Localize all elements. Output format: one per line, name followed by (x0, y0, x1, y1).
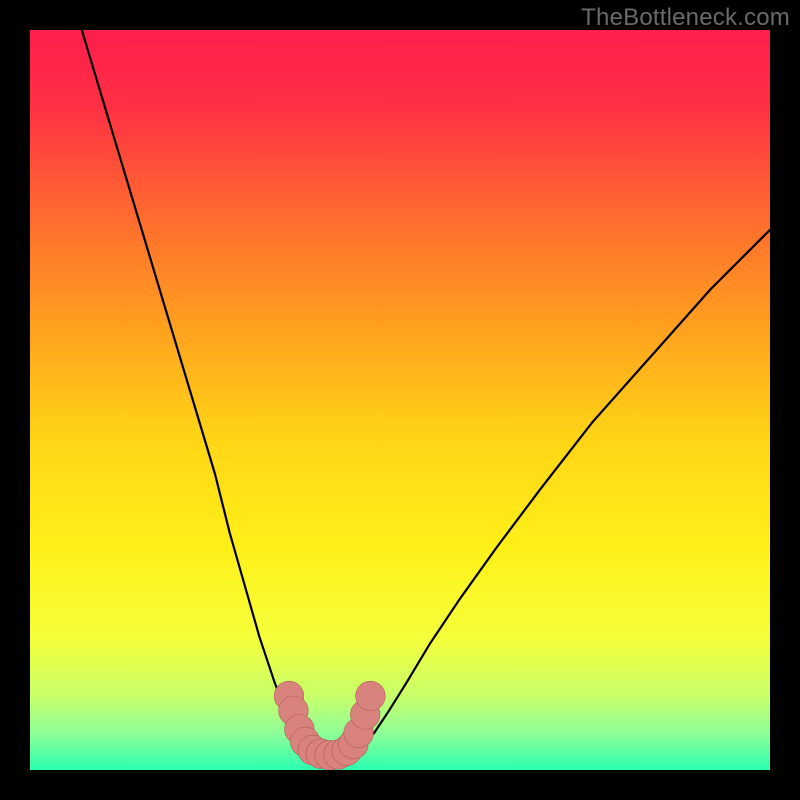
chart-frame: TheBottleneck.com (0, 0, 800, 800)
chart-svg (30, 30, 770, 770)
highlight-marker (356, 681, 386, 711)
plot-area (30, 30, 770, 770)
watermark-text: TheBottleneck.com (581, 4, 790, 32)
gradient-background (30, 30, 770, 770)
